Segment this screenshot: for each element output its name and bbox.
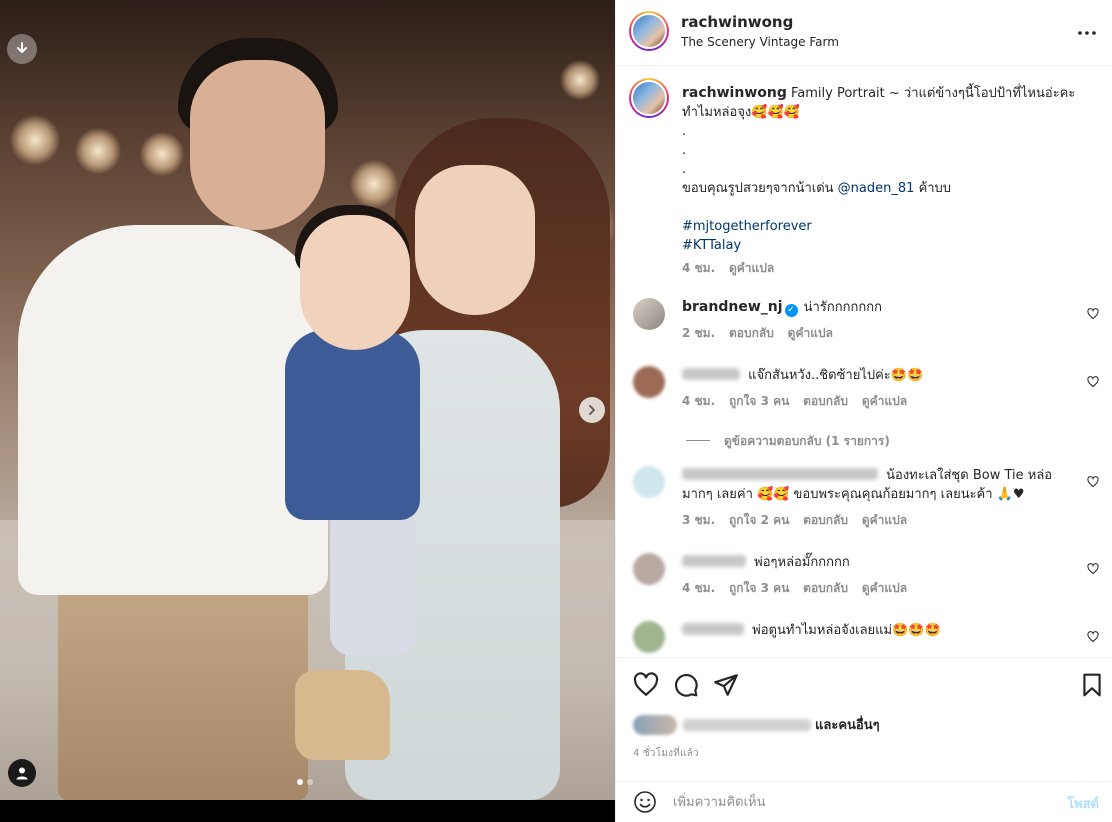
- comment-input[interactable]: [673, 792, 1033, 812]
- comment-text-line2: มากๆ เลยค่า 🥰🥰 ขอบพระคุณคุณก้อยมากๆ เลยน…: [682, 487, 1025, 502]
- translate-button[interactable]: ดูคำแปล: [788, 326, 833, 340]
- reply-button[interactable]: ตอบกลับ: [803, 513, 848, 527]
- heart-icon[interactable]: [1087, 476, 1099, 488]
- commenter-username-redacted[interactable]: [682, 555, 746, 567]
- carousel-indicator: [297, 779, 313, 785]
- comment-time[interactable]: 3 ชม.: [682, 513, 715, 527]
- caption-time[interactable]: 4 ชม.: [682, 261, 715, 275]
- translate-button[interactable]: ดูคำแปล: [862, 581, 907, 595]
- paper-plane-icon[interactable]: [713, 672, 739, 698]
- translate-button[interactable]: ดูคำแปล: [862, 394, 907, 408]
- hashtag-link[interactable]: #KTTalay: [682, 236, 1092, 255]
- caption-thanks-suffix: ค้าบบ: [918, 181, 952, 196]
- more-horizontal-icon: [1078, 31, 1096, 35]
- heart-icon[interactable]: [1087, 631, 1099, 643]
- add-comment-bar: โพสต์: [616, 781, 1112, 822]
- liker-avatars: [633, 714, 677, 735]
- carousel-dot-active: [297, 779, 303, 785]
- download-button[interactable]: [7, 34, 37, 64]
- user-tag-icon: [16, 767, 28, 780]
- mention-link[interactable]: @naden_81: [838, 181, 915, 196]
- comment-text-line1: น้องทะเลใส่ชุด Bow Tie หล่อ: [886, 468, 1053, 483]
- comment-likes[interactable]: ถูกใจ 3 คน: [729, 581, 789, 595]
- caption-text-line1: Family Portrait ~ ว่าแต่ข้างๆนี้โอปป้าที…: [791, 86, 1076, 101]
- replies-divider: [686, 440, 710, 441]
- post-location[interactable]: The Scenery Vintage Farm: [681, 35, 839, 49]
- post-caption: rachwinwong Family Portrait ~ ว่าแต่ข้าง…: [682, 84, 1092, 278]
- commenter-avatar[interactable]: [633, 621, 665, 653]
- comments-list[interactable]: rachwinwong Family Portrait ~ ว่าแต่ข้าง…: [616, 66, 1112, 656]
- comment-time[interactable]: 4 ชม.: [682, 394, 715, 408]
- author-username[interactable]: rachwinwong: [681, 13, 793, 31]
- post-media[interactable]: [0, 0, 615, 822]
- comment-time[interactable]: 4 ชม.: [682, 581, 715, 595]
- commenter-username-redacted[interactable]: [682, 468, 878, 480]
- commenter-username-redacted[interactable]: [682, 368, 740, 380]
- verified-badge-icon: ✓: [784, 304, 798, 317]
- carousel-dot: [307, 779, 313, 785]
- post-side-panel: rachwinwong The Scenery Vintage Farm rac…: [615, 0, 1112, 822]
- heart-icon[interactable]: [1087, 376, 1099, 388]
- likes-summary[interactable]: และคนอื่นๆ: [633, 714, 880, 735]
- comment-likes[interactable]: ถูกใจ 2 คน: [729, 513, 789, 527]
- translate-button[interactable]: ดูคำแปล: [862, 513, 907, 527]
- comment-icon[interactable]: [673, 672, 699, 698]
- commenter-avatar[interactable]: [633, 366, 665, 398]
- post-header: rachwinwong The Scenery Vintage Farm: [616, 0, 1112, 66]
- emoji-icon[interactable]: [633, 790, 657, 814]
- comment-time[interactable]: 2 ชม.: [682, 326, 715, 340]
- post-timestamp[interactable]: 4 ชั่วโมงที่แล้ว: [633, 746, 699, 761]
- comment-text: พ่อตูนทำไมหล่อจังเลยแม่🤩🤩🤩: [752, 623, 941, 638]
- download-icon: [17, 42, 27, 53]
- reply-button[interactable]: ตอบกลับ: [803, 581, 848, 595]
- hashtag-link[interactable]: #mjtogetherforever: [682, 217, 1092, 236]
- commenter-username-redacted[interactable]: [682, 623, 744, 635]
- chevron-right-icon: [589, 405, 595, 415]
- post-comment-button[interactable]: โพสต์: [1067, 793, 1099, 814]
- reply-button[interactable]: ตอบกลับ: [803, 394, 848, 408]
- carousel-next-button[interactable]: [579, 397, 605, 423]
- comment-likes[interactable]: ถูกใจ 3 คน: [729, 394, 789, 408]
- view-replies-label: ดูข้อความตอบกลับ (1 รายการ): [724, 434, 890, 448]
- caption-avatar[interactable]: [629, 78, 669, 118]
- commenter-avatar[interactable]: [633, 298, 665, 330]
- commenter-username[interactable]: brandnew_nj: [682, 299, 783, 315]
- commenter-avatar[interactable]: [633, 466, 665, 498]
- caption-dot: .: [682, 124, 687, 139]
- author-avatar[interactable]: [629, 11, 669, 51]
- caption-text-line2: ทำไมหล่อจุง🥰🥰🥰: [682, 105, 800, 120]
- more-options-button[interactable]: [1076, 22, 1098, 44]
- heart-icon[interactable]: [1087, 308, 1099, 320]
- liker-username-redacted[interactable]: [683, 718, 811, 731]
- comment-text: แจ๊กสันหวัง..ชิดซ้ายไปค่ะ🤩🤩: [748, 368, 924, 383]
- tagged-users-button[interactable]: [8, 759, 36, 787]
- heart-icon[interactable]: [633, 672, 659, 698]
- reply-button[interactable]: ตอบกลับ: [729, 326, 774, 340]
- caption-translate[interactable]: ดูคำแปล: [729, 261, 774, 275]
- caption-dot: .: [682, 162, 687, 177]
- comment-text: น่ารักกกกกกก: [803, 300, 882, 315]
- caption-thanks-prefix: ขอบคุณรูปสวยๆจากน้าเด่น: [682, 181, 834, 196]
- caption-username[interactable]: rachwinwong: [682, 85, 787, 101]
- caption-dot: .: [682, 143, 687, 158]
- likes-suffix[interactable]: และคนอื่นๆ: [815, 714, 880, 735]
- post-photo: [0, 0, 615, 800]
- comment-text: พ่อๆหล่อมั๊กกกกก: [754, 555, 850, 570]
- heart-icon[interactable]: [1087, 563, 1099, 575]
- bookmark-icon[interactable]: [1079, 672, 1105, 698]
- commenter-avatar[interactable]: [633, 553, 665, 585]
- view-replies-button[interactable]: ดูข้อความตอบกลับ (1 รายการ): [686, 432, 890, 451]
